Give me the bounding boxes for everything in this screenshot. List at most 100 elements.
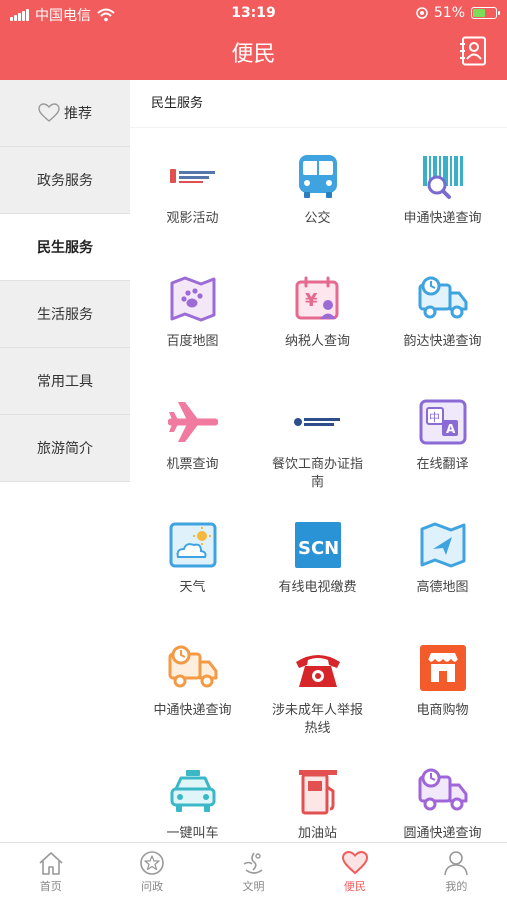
tile-label: 高德地图	[416, 580, 469, 595]
tile-label: 机票查询	[166, 457, 219, 472]
orientation-lock-icon	[416, 7, 428, 19]
service-tile[interactable]: 百度地图	[130, 273, 255, 396]
service-tile[interactable]: 餐饮工商办证指南	[255, 396, 380, 519]
tab-inquiry[interactable]: 问政	[101, 843, 202, 900]
tile-label: 申通快递查询	[403, 211, 482, 226]
tile-label: 有线电视缴费	[278, 580, 357, 595]
bus-icon	[298, 155, 337, 198]
status-right: 51%	[416, 5, 500, 21]
service-tile[interactable]: 观影活动	[130, 150, 255, 273]
civilization-icon	[243, 852, 262, 874]
tile-label: 在线翻译	[416, 457, 469, 472]
svg-text:中: 中	[429, 411, 440, 424]
service-tile[interactable]: 机票查询	[130, 396, 255, 519]
tile-label: 加油站	[297, 826, 337, 841]
sidebar-item-recommend[interactable]: 推荐	[0, 80, 130, 147]
page-title: 便民	[231, 42, 276, 67]
sidebar-item-label: 生活服务	[37, 307, 93, 323]
sidebar: 推荐 政务服务 民生服务 生活服务 常用工具 旅游简介	[0, 80, 130, 482]
tax-calendar-icon: ¥	[295, 276, 338, 320]
home-icon	[39, 851, 63, 875]
delivery-truck-icon	[418, 276, 467, 319]
service-tile[interactable]: 涉未成年人举报热线	[255, 642, 380, 765]
battery-percent: 51%	[433, 5, 465, 21]
tile-label: 电商购物	[416, 703, 469, 718]
service-tile[interactable]: 天气	[130, 519, 255, 642]
tile-label: 餐饮工商办证指南	[271, 457, 363, 490]
sidebar-item-label: 常用工具	[37, 374, 93, 390]
taxi-icon	[170, 770, 215, 812]
tile-label: 涉未成年人举报热线	[271, 703, 363, 736]
tab-profile[interactable]: 我的	[406, 843, 507, 900]
service-tile[interactable]: 圆通快递查询	[380, 765, 505, 842]
tile-label: 百度地图	[166, 334, 219, 349]
battery-icon	[471, 7, 500, 19]
star-badge-icon	[140, 850, 164, 875]
scn-logo-icon: SCN	[294, 522, 341, 568]
service-tile[interactable]: 加油站	[255, 765, 380, 842]
logo-icon	[291, 409, 344, 435]
delivery-truck-icon	[168, 645, 217, 688]
section-title: 民生服务	[130, 80, 507, 128]
sidebar-item-label: 政务服务	[37, 173, 93, 189]
delivery-truck-icon	[418, 768, 467, 811]
sidebar-item-government[interactable]: 政务服务	[0, 147, 130, 214]
tab-label: 我的	[445, 879, 468, 893]
movie-logo-icon	[166, 161, 219, 191]
gas-station-icon	[298, 770, 337, 815]
service-tile[interactable]: ¥ 纳税人查询	[255, 273, 380, 396]
airplane-icon	[167, 402, 218, 442]
svg-text:¥: ¥	[305, 290, 318, 311]
heart-outline-icon	[38, 103, 60, 122]
tab-label: 问政	[141, 879, 164, 893]
telephone-icon	[295, 655, 340, 687]
shop-icon	[419, 645, 466, 691]
header: 中国电信 13:19 51% 便民	[0, 0, 507, 80]
tile-label: 纳税人查询	[284, 334, 350, 349]
map-navigation-icon	[420, 522, 465, 568]
service-grid: 观影活动 公交 申通快递查询 百度地图 ¥ 纳税人查询 韵达快递查询 机票查询 …	[130, 128, 507, 842]
tab-bar: 首页 问政 文明 便民 我的	[0, 842, 507, 900]
service-tile[interactable]: 一键叫车	[130, 765, 255, 842]
sidebar-item-label: 民生服务	[37, 240, 93, 256]
tab-home[interactable]: 首页	[0, 843, 101, 900]
tab-civilization[interactable]: 文明	[203, 843, 304, 900]
translate-icon: 中 A	[419, 399, 466, 445]
user-icon	[444, 850, 469, 875]
status-bar: 中国电信 13:19 51%	[0, 0, 507, 28]
barcode-search-icon	[422, 156, 463, 199]
sidebar-item-label: 推荐	[64, 106, 92, 122]
main-content: 民生服务 观影活动 公交 申通快递查询 百度地图 ¥ 纳税人查询 韵达快递查询 …	[130, 80, 507, 842]
tab-label: 便民	[343, 879, 366, 893]
contacts-icon[interactable]	[459, 36, 487, 66]
tile-label: 一键叫车	[166, 826, 219, 841]
tile-label: 天气	[179, 580, 206, 595]
heart-icon	[341, 850, 368, 874]
tile-label: 圆通快递查询	[403, 826, 482, 841]
tile-label: 韵达快递查询	[403, 334, 482, 349]
service-tile[interactable]: 韵达快递查询	[380, 273, 505, 396]
tab-label: 文明	[242, 879, 265, 893]
tile-label: 中通快递查询	[153, 703, 232, 718]
svg-text:A: A	[446, 422, 456, 436]
weather-icon	[169, 522, 216, 568]
sidebar-item-label: 旅游简介	[37, 441, 93, 457]
service-tile[interactable]: SCN 有线电视缴费	[255, 519, 380, 642]
service-tile[interactable]: 中 A 在线翻译	[380, 396, 505, 519]
service-tile[interactable]: 申通快递查询	[380, 150, 505, 273]
service-tile[interactable]: 高德地图	[380, 519, 505, 642]
svg-text:SCN: SCN	[298, 538, 339, 559]
sidebar-item-tools[interactable]: 常用工具	[0, 348, 130, 415]
tab-label: 首页	[39, 879, 62, 893]
service-tile[interactable]: 中通快递查询	[130, 642, 255, 765]
service-tile[interactable]: 公交	[255, 150, 380, 273]
tile-label: 观影活动	[166, 211, 219, 226]
tab-convenience[interactable]: 便民	[304, 843, 405, 900]
paw-map-icon	[170, 276, 215, 322]
service-tile[interactable]: 电商购物	[380, 642, 505, 765]
sidebar-item-livelihood[interactable]: 民生服务	[0, 214, 130, 281]
sidebar-item-tourism[interactable]: 旅游简介	[0, 415, 130, 482]
sidebar-item-life[interactable]: 生活服务	[0, 281, 130, 348]
tile-label: 公交	[304, 211, 331, 226]
app-root: 中国电信 13:19 51% 便民 推荐 政务服务 民生服务 生活服务 常用工具…	[0, 0, 507, 900]
